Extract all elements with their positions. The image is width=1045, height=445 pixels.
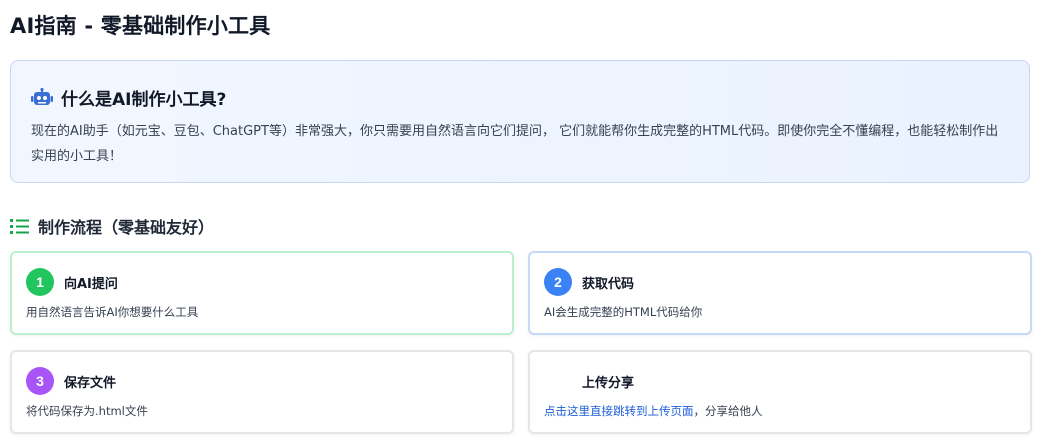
step-title: 向AI提问: [64, 277, 118, 292]
step-description: 点击这里直接跳转到上传页面，分享给他人: [544, 403, 763, 419]
page-title: AI指南 - 零基础制作小工具: [10, 14, 271, 38]
step-number-badge: 1: [26, 268, 54, 296]
step-card-get-code: 2 获取代码 AI会生成完整的HTML代码给你: [528, 251, 1032, 335]
intro-title: 什么是AI制作小工具?: [61, 90, 227, 110]
step-title: 获取代码: [582, 277, 635, 292]
intro-text: 现在的AI助手（如元宝、豆包、ChatGPT等）非常强大，你只需要用自然语言向它…: [31, 124, 999, 164]
step-description: AI会生成完整的HTML代码给你: [544, 305, 703, 319]
intro-card: 什么是AI制作小工具? 现在的AI助手（如元宝、豆包、ChatGPT等）非常强大…: [10, 60, 1030, 183]
step-card-ask-ai: 1 向AI提问 用自然语言告诉AI你想要什么工具: [10, 251, 514, 335]
process-title: 制作流程（零基础友好）: [38, 218, 215, 237]
step-card-upload-share: 上传分享 点击这里直接跳转到上传页面，分享给他人: [528, 350, 1032, 434]
step-card-save-file: 3 保存文件 将代码保存为.html文件: [10, 350, 514, 434]
step-title: 保存文件: [64, 376, 117, 391]
step-number-badge: 3: [26, 367, 54, 395]
robot-icon: [31, 87, 53, 108]
step-description: 用自然语言告诉AI你想要什么工具: [26, 305, 199, 319]
step-description-rest: ，分享给他人: [693, 404, 763, 418]
process-section-header: 制作流程（零基础友好）: [10, 214, 214, 238]
upload-page-link[interactable]: 点击这里直接跳转到上传页面: [544, 404, 694, 418]
intro-header: 什么是AI制作小工具?: [31, 85, 226, 110]
step-description: 将代码保存为.html文件: [26, 404, 148, 418]
list-icon: [10, 217, 30, 235]
step-number-badge: 2: [544, 268, 572, 296]
step-title: 上传分享: [582, 376, 635, 391]
